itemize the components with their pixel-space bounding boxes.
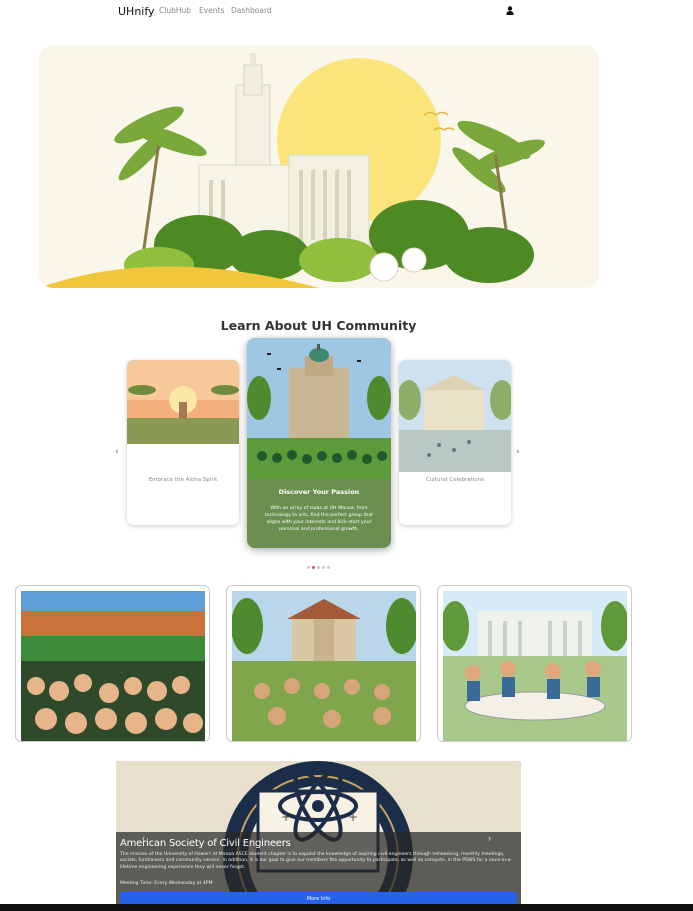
club-card: + + ‹ › American Society of Civil Engine… (116, 761, 521, 911)
navbar: UHnify ClubHub Events Dashboard (0, 0, 693, 22)
nav-link-dashboard[interactable]: Dashboard (231, 6, 272, 15)
svg-text:+: + (281, 810, 291, 824)
gallery-card-study[interactable] (437, 585, 632, 742)
carousel-card-center[interactable]: Discover Your Passion With an array of c… (247, 338, 391, 548)
carousel-center-title: Discover Your Passion (278, 488, 360, 496)
brand-logo[interactable]: UHnify (118, 5, 155, 18)
club-description: The mission of the University of Hawaiʻi… (120, 852, 512, 870)
carousel-card-right[interactable]: Cultural Celebrations (399, 360, 511, 525)
carousel-dot[interactable] (327, 566, 330, 569)
bottom-bar (0, 904, 693, 911)
carousel-card-left[interactable]: Embrace the Aloha Spirit (127, 360, 239, 525)
carousel-dot-active[interactable] (312, 566, 315, 569)
section-title: Learn About UH Community (220, 318, 417, 333)
hero-illustration (39, 45, 599, 288)
carousel-center-body: With an array of clubs at UH Manoa, from… (264, 506, 374, 532)
club-name: American Society of Civil Engineers (120, 838, 291, 849)
hero-banner (39, 45, 599, 288)
aloha-sunset-image (127, 360, 239, 444)
user-icon[interactable] (506, 6, 514, 15)
graduation-campus-image (247, 338, 391, 479)
chevron-left-icon[interactable]: ‹ (115, 447, 119, 457)
cultural-celebration-image (399, 360, 511, 472)
carousel-caption-right: Cultural Celebrations (425, 477, 485, 483)
nav-link-events[interactable]: Events (199, 6, 224, 15)
chevron-right-icon[interactable]: › (516, 447, 520, 457)
gallery-card-campus[interactable] (226, 585, 421, 742)
nav-link-clubhub[interactable]: ClubHub (159, 6, 191, 15)
gallery-card-stadium[interactable] (15, 585, 210, 742)
carousel-dot[interactable] (317, 566, 320, 569)
svg-text:+: + (348, 810, 358, 824)
carousel-caption-left: Embrace the Aloha Spirit (148, 477, 218, 483)
club-meeting-time: Meeting Time: Every Wednesday at 4PM (120, 881, 213, 886)
carousel-dot[interactable] (307, 566, 310, 569)
campus-lawn-image (232, 591, 416, 741)
students-study-image (443, 591, 627, 741)
carousel-dot[interactable] (322, 566, 325, 569)
stadium-crowd-image (21, 591, 205, 741)
chevron-right-icon[interactable]: › (488, 833, 491, 843)
